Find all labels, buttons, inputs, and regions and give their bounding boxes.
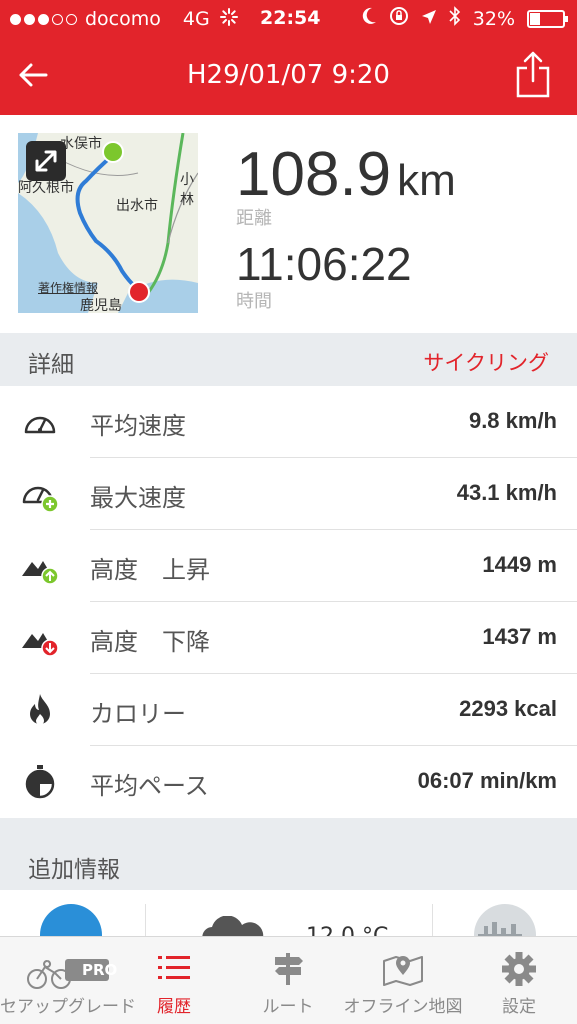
detail-label: 高度 下降 [90, 628, 210, 656]
map-copyright-link[interactable]: 著作権情報 [38, 279, 98, 296]
top-bar: docomo 4G 22:54 32% H29/01/07 9:20 [0, 0, 577, 115]
detail-value: 43.1 km/h [456, 480, 557, 505]
detail-row-average-pace: 平均ペース 06:07 min/km [0, 746, 577, 818]
speedometer-icon [20, 404, 60, 440]
detail-label: カロリー [90, 700, 186, 728]
distance-block: 108.9 km 距離 [236, 139, 456, 230]
mountain-down-icon [20, 620, 60, 657]
gear-icon [502, 952, 536, 986]
bottom-tab-bar: PRO セアップグレード 履歴 ルート オフライン地図 設定 [0, 936, 577, 1024]
list-icon [158, 956, 190, 979]
tab-label: オフライン地図 [343, 997, 463, 1017]
detail-row-average-speed: 平均速度 9.8 km/h [0, 386, 577, 458]
share-icon[interactable] [515, 50, 551, 98]
tab-route[interactable]: ルート [232, 937, 344, 1024]
duration-block: 11:06:22 時間 [236, 237, 412, 313]
map-label: 出水市 [116, 198, 158, 214]
carrier-name: docomo [85, 8, 161, 30]
cloud-icon [198, 915, 268, 936]
details-section-header: 詳細 サイクリング [0, 333, 577, 386]
map-finish-marker [128, 281, 150, 303]
detail-value: 1437 m [482, 624, 557, 649]
tab-history[interactable]: 履歴 [134, 937, 214, 1024]
distance-unit: km [397, 156, 456, 205]
stopwatch-icon [20, 764, 60, 800]
speedometer-plus-icon [20, 476, 60, 513]
route-map-thumbnail[interactable]: 水俣市 阿久根市 出水市 小林 著作権情報 鹿児島 [18, 133, 198, 313]
distance-value: 108.9 [236, 140, 392, 209]
tab-offline-map[interactable]: オフライン地図 [338, 937, 468, 1024]
bluetooth-icon [449, 6, 461, 31]
page-title: H29/01/07 9:20 [187, 60, 390, 90]
details-list: 平均速度 9.8 km/h 最大速度 43.1 km/h 高度 上昇 1449 … [0, 386, 577, 818]
pro-badge: PRO [82, 961, 118, 979]
flame-icon [20, 692, 60, 728]
moon-icon [361, 7, 377, 30]
detail-label: 平均速度 [90, 412, 186, 440]
extra-info-section-header: 追加情報 [0, 818, 577, 890]
map-label: 水俣市 [60, 136, 102, 152]
map-label: 小林 [180, 172, 194, 208]
clock: 22:54 [260, 7, 321, 29]
rotation-lock-icon [389, 6, 409, 31]
tab-upgrade[interactable]: PRO セアップグレード [0, 937, 136, 1024]
temperature-value: 12.0 °C [306, 924, 388, 936]
expand-map-icon[interactable] [26, 141, 66, 181]
tab-label: セアップグレード [0, 997, 136, 1017]
detail-row-elevation-loss: 高度 下降 1437 m [0, 602, 577, 674]
extra-info-row: 12.0 °C [0, 890, 577, 936]
tab-label: ルート [262, 997, 314, 1017]
detail-value: 2293 kcal [459, 696, 557, 721]
network-type: 4G [182, 8, 210, 30]
details-title: 詳細 [28, 352, 74, 378]
signal-strength-icon [10, 13, 77, 25]
battery-icon [527, 9, 568, 28]
tab-label: 設定 [502, 997, 536, 1017]
city-skyline-icon [474, 904, 536, 936]
tab-label: 履歴 [157, 997, 191, 1017]
detail-value: 9.8 km/h [468, 408, 557, 433]
detail-row-elevation-gain: 高度 上昇 1449 m [0, 530, 577, 602]
activity-type-link[interactable]: サイクリング [423, 347, 549, 377]
map-label: 鹿児島 [80, 298, 122, 313]
battery-percent: 32% [472, 7, 515, 30]
duration-value: 11:06:22 [236, 238, 412, 290]
offline-map-icon [383, 956, 423, 986]
detail-row-calories: カロリー 2293 kcal [0, 674, 577, 746]
navigation-bar: H29/01/07 9:20 [0, 38, 577, 115]
signpost-icon [275, 953, 303, 985]
detail-value: 1449 m [482, 552, 557, 577]
detail-value: 06:07 min/km [417, 768, 557, 793]
mountain-up-icon [20, 548, 60, 585]
detail-label: 平均ペース [90, 772, 209, 800]
activity-summary: 水俣市 阿久根市 出水市 小林 著作権情報 鹿児島 108.9 km 距離 11:… [0, 115, 577, 333]
detail-row-max-speed: 最大速度 43.1 km/h [0, 458, 577, 530]
extra-info-title: 追加情報 [28, 857, 120, 883]
activity-spinner-icon [219, 7, 238, 31]
location-arrow-icon [421, 8, 437, 30]
tab-settings[interactable]: 設定 [478, 937, 560, 1024]
detail-label: 高度 上昇 [90, 556, 210, 584]
detail-label: 最大速度 [90, 484, 186, 512]
status-bar: docomo 4G 22:54 32% [0, 0, 577, 38]
map-start-marker [102, 141, 124, 163]
mood-face-icon [40, 904, 102, 936]
